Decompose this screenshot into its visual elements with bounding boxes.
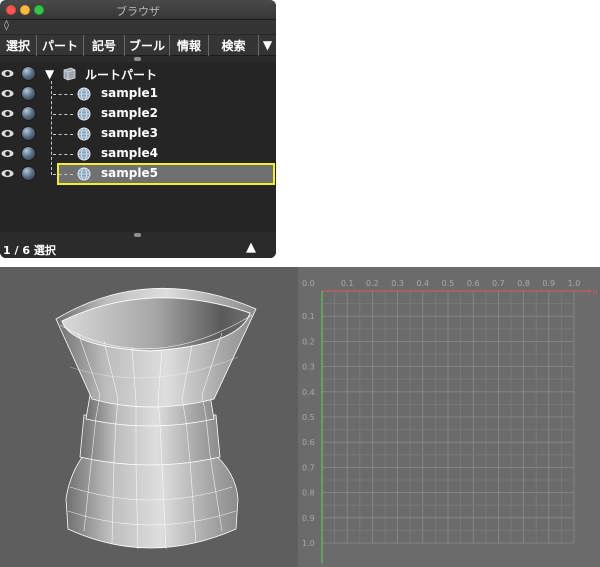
tree-item-label: sample3 (101, 126, 158, 140)
v-tick-label: 0.1 (302, 312, 315, 321)
u-tick-label: 0.1 (341, 279, 354, 288)
u-tick-label: 0.5 (442, 279, 455, 288)
visibility-ball-icon[interactable] (21, 66, 36, 81)
tree-row-sample3[interactable]: sample3 (0, 124, 276, 144)
visibility-ball-icon[interactable] (21, 146, 36, 161)
visibility-ball-icon[interactable] (21, 86, 36, 101)
tree-row-sample4[interactable]: sample4 (0, 144, 276, 164)
v-tick-label: 0.5 (302, 413, 315, 422)
u-tick-label: 0.0 (302, 279, 315, 288)
visibility-ball-icon[interactable] (21, 106, 36, 121)
v-tick-label: 0.2 (302, 337, 315, 346)
u-axis-label: +u (586, 287, 598, 296)
tree-row-sample2[interactable]: sample2 (0, 104, 276, 124)
u-tick-label: 0.9 (542, 279, 555, 288)
tree-connector (53, 134, 73, 135)
tree-connector (53, 114, 73, 115)
u-tick-label: 0.7 (492, 279, 505, 288)
globe-icon (77, 167, 91, 181)
eye-icon[interactable] (1, 147, 14, 160)
v-tick-label: 0.9 (302, 514, 315, 523)
v-tick-label: 0.8 (302, 489, 315, 498)
eye-icon[interactable] (1, 107, 14, 120)
options-row: ◊ (0, 20, 276, 34)
u-tick-label: 0.6 (467, 279, 480, 288)
v-tick-label: 0.4 (302, 388, 315, 397)
selection-count: 1 / 6 選択 (3, 244, 56, 257)
visibility-ball-icon[interactable] (21, 126, 36, 141)
globe-icon (77, 147, 91, 161)
u-tick-label: 0.3 (391, 279, 404, 288)
tree-connector (53, 174, 73, 175)
vase-mesh-render (55, 287, 257, 550)
u-tick-label: 1.0 (568, 279, 581, 288)
uv-grid: 0.0 0.1 0.2 0.3 0.4 0.5 0.6 0.7 0.8 0.9 1.0 0.1 0.2 0… (302, 279, 598, 567)
browser-window: ブラウザ ◊ 選択 パート 記号 ブール 情報 検索 ▼ ▼ ルートパート sa… (0, 0, 276, 258)
tree-item-label: sample1 (101, 86, 158, 100)
eye-icon[interactable] (1, 67, 14, 80)
split-handle-top[interactable] (134, 57, 141, 61)
u-tick-label: 0.8 (517, 279, 530, 288)
tab-search[interactable]: 検索 (209, 35, 259, 56)
tree-row-root[interactable]: ▼ ルートパート (0, 64, 276, 84)
v-tick-label: 0.3 (302, 363, 315, 372)
tab-symbols[interactable]: 記号 (84, 35, 125, 56)
tree-connector (53, 154, 73, 155)
tree-connector (53, 94, 73, 95)
window-title: ブラウザ (116, 5, 160, 18)
v-tick-label: 0.6 (302, 438, 315, 447)
tab-more-button[interactable]: ▼ (259, 35, 276, 55)
tab-boolean[interactable]: ブール (125, 35, 170, 56)
eye-icon[interactable] (1, 127, 14, 140)
tab-info[interactable]: 情報 (170, 35, 209, 56)
tree-row-sample5[interactable]: sample5 (0, 164, 276, 184)
3d-viewport[interactable] (0, 267, 298, 567)
tree-row-sample1[interactable]: sample1 (0, 84, 276, 104)
globe-icon (77, 107, 91, 121)
u-tick-label: 0.4 (416, 279, 429, 288)
tree-item-label: sample4 (101, 146, 158, 160)
collapse-arrow-icon[interactable]: ▲ (246, 240, 256, 255)
eye-icon[interactable] (1, 167, 14, 180)
v-tick-label: 1.0 (302, 539, 315, 548)
tree-item-label: sample5 (101, 166, 158, 180)
tab-select[interactable]: 選択 (0, 35, 37, 56)
status-bar: 1 / 6 選択 ▲ (0, 238, 276, 258)
u-tick-label: 0.2 (366, 279, 379, 288)
eye-icon[interactable] (1, 87, 14, 100)
title-bar[interactable]: ブラウザ (0, 0, 276, 20)
visibility-ball-icon[interactable] (21, 166, 36, 181)
tree-item-label: ルートパート (85, 68, 158, 82)
tab-parts[interactable]: パート (37, 35, 84, 56)
tree-item-label: sample2 (101, 106, 158, 120)
options-diamond-icon[interactable]: ◊ (4, 20, 9, 31)
globe-icon (77, 127, 91, 141)
split-handle-bottom[interactable] (134, 233, 141, 237)
globe-icon (77, 87, 91, 101)
v-tick-label: 0.7 (302, 463, 315, 472)
disclosure-triangle-icon[interactable]: ▼ (45, 67, 54, 81)
uv-editor[interactable]: 0.0 0.1 0.2 0.3 0.4 0.5 0.6 0.7 0.8 0.9 1.0 0.1 0.2 0… (298, 267, 600, 567)
tab-bar: 選択 パート 記号 ブール 情報 検索 ▼ (0, 34, 276, 56)
root-part-icon (63, 67, 76, 81)
